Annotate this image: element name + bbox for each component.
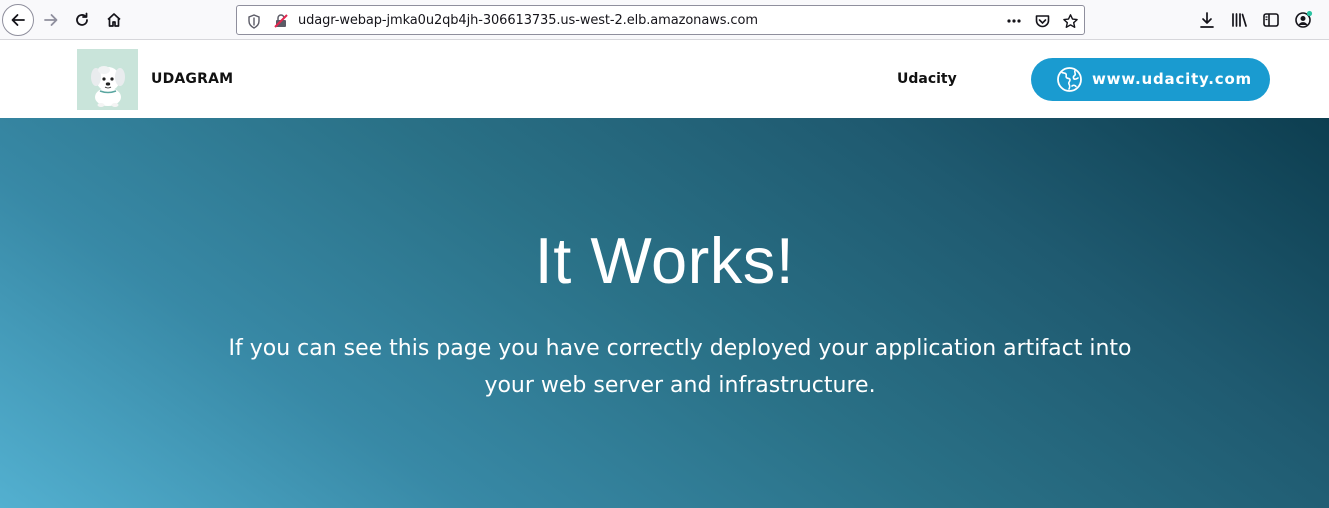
library-icon[interactable] (1229, 10, 1249, 30)
hero-title: It Works! (534, 224, 795, 297)
hero-description: If you can see this page you have correc… (228, 336, 1132, 398)
home-button[interactable] (98, 4, 130, 36)
udacity-website-label: www.udacity.com (1092, 70, 1252, 88)
forward-button[interactable] (35, 4, 67, 36)
tracking-shield-icon[interactable] (245, 12, 263, 30)
url-text[interactable]: udagr-webap-jmka0u2qb4jh-306613735.us-we… (298, 13, 758, 28)
browser-toolbar: udagr-webap-jmka0u2qb4jh-306613735.us-we… (0, 0, 1329, 40)
udacity-website-button[interactable]: www.udacity.com (1031, 58, 1270, 101)
hero-section: It Works! If you can see this page you h… (0, 118, 1329, 508)
nav-link-udacity[interactable]: Udacity (897, 71, 957, 87)
page-actions-icon[interactable] (1005, 12, 1023, 30)
reload-icon (76, 12, 88, 26)
puppy-logo[interactable] (77, 49, 138, 110)
bookmark-star-icon[interactable] (1061, 12, 1079, 30)
account-icon[interactable] (1293, 10, 1313, 30)
back-button[interactable] (2, 4, 34, 36)
pocket-icon[interactable] (1033, 12, 1051, 30)
arrow-right-icon (44, 14, 58, 26)
home-icon (107, 13, 121, 27)
globe-icon (1057, 67, 1082, 92)
sidebar-icon[interactable] (1261, 10, 1281, 30)
site-header: UDAGRAM Udacity www.udacity.com (0, 41, 1329, 118)
downloads-icon[interactable] (1197, 10, 1217, 30)
url-bar[interactable]: udagr-webap-jmka0u2qb4jh-306613735.us-we… (236, 5, 1085, 35)
insecure-lock-icon[interactable] (272, 12, 290, 30)
arrow-left-icon (11, 14, 25, 26)
reload-button[interactable] (66, 4, 98, 36)
brand-name[interactable]: UDAGRAM (151, 71, 233, 87)
puppy-icon (77, 49, 138, 110)
